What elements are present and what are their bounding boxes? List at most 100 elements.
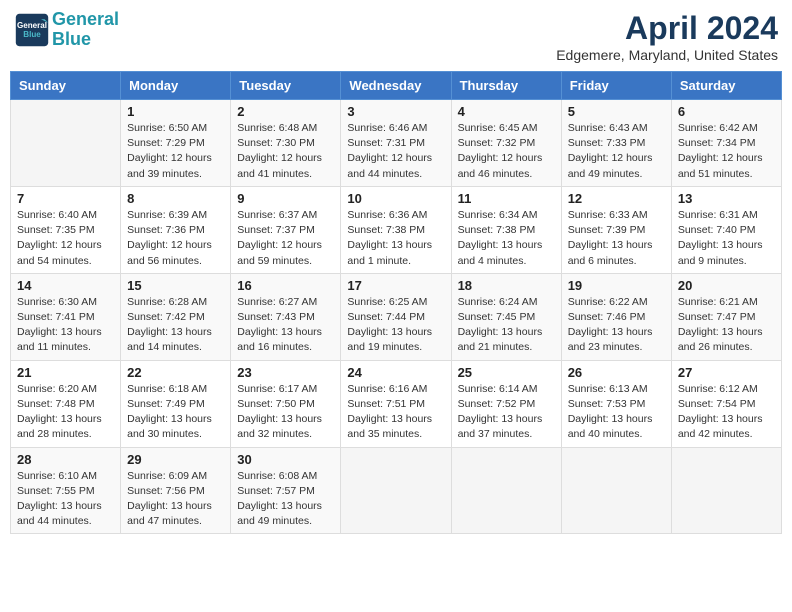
day-info: Sunrise: 6:46 AMSunset: 7:31 PMDaylight:… (347, 121, 444, 182)
day-info: Sunrise: 6:24 AMSunset: 7:45 PMDaylight:… (458, 295, 555, 356)
calendar-cell: 23 Sunrise: 6:17 AMSunset: 7:50 PMDayligh… (231, 360, 341, 447)
week-row-2: 7 Sunrise: 6:40 AMSunset: 7:35 PMDaylight… (11, 186, 782, 273)
day-info: Sunrise: 6:30 AMSunset: 7:41 PMDaylight:… (17, 295, 114, 356)
weekday-header-row: SundayMondayTuesdayWednesdayThursdayFrid… (11, 72, 782, 100)
title-area: April 2024 Edgemere, Maryland, United St… (556, 10, 778, 63)
weekday-header-wednesday: Wednesday (341, 72, 451, 100)
day-info: Sunrise: 6:33 AMSunset: 7:39 PMDaylight:… (568, 208, 665, 269)
day-number: 13 (678, 191, 775, 206)
day-info: Sunrise: 6:21 AMSunset: 7:47 PMDaylight:… (678, 295, 775, 356)
day-info: Sunrise: 6:28 AMSunset: 7:42 PMDaylight:… (127, 295, 224, 356)
month-title: April 2024 (556, 10, 778, 47)
day-number: 15 (127, 278, 224, 293)
day-info: Sunrise: 6:08 AMSunset: 7:57 PMDaylight:… (237, 469, 334, 530)
day-number: 7 (17, 191, 114, 206)
logo-icon: General Blue (14, 12, 50, 48)
calendar-cell: 2 Sunrise: 6:48 AMSunset: 7:30 PMDaylight… (231, 100, 341, 187)
day-number: 22 (127, 365, 224, 380)
day-info: Sunrise: 6:14 AMSunset: 7:52 PMDaylight:… (458, 382, 555, 443)
week-row-5: 28 Sunrise: 6:10 AMSunset: 7:55 PMDayligh… (11, 447, 782, 534)
day-info: Sunrise: 6:39 AMSunset: 7:36 PMDaylight:… (127, 208, 224, 269)
weekday-header-thursday: Thursday (451, 72, 561, 100)
calendar-cell: 1 Sunrise: 6:50 AMSunset: 7:29 PMDaylight… (121, 100, 231, 187)
day-info: Sunrise: 6:12 AMSunset: 7:54 PMDaylight:… (678, 382, 775, 443)
calendar-cell: 13 Sunrise: 6:31 AMSunset: 7:40 PMDayligh… (671, 186, 781, 273)
day-number: 28 (17, 452, 114, 467)
header: General Blue General Blue April 2024 Edg… (10, 10, 782, 63)
day-info: Sunrise: 6:48 AMSunset: 7:30 PMDaylight:… (237, 121, 334, 182)
day-number: 20 (678, 278, 775, 293)
day-number: 14 (17, 278, 114, 293)
day-number: 21 (17, 365, 114, 380)
calendar-cell: 21 Sunrise: 6:20 AMSunset: 7:48 PMDayligh… (11, 360, 121, 447)
calendar-cell: 22 Sunrise: 6:18 AMSunset: 7:49 PMDayligh… (121, 360, 231, 447)
day-number: 29 (127, 452, 224, 467)
calendar-cell (671, 447, 781, 534)
calendar-cell (561, 447, 671, 534)
weekday-header-saturday: Saturday (671, 72, 781, 100)
weekday-header-sunday: Sunday (11, 72, 121, 100)
calendar-cell: 18Sunrise: 6:24 AMSunset: 7:45 PMDayligh… (451, 273, 561, 360)
day-number: 23 (237, 365, 334, 380)
day-info: Sunrise: 6:36 AMSunset: 7:38 PMDaylight:… (347, 208, 444, 269)
calendar-cell: 24Sunrise: 6:16 AMSunset: 7:51 PMDayligh… (341, 360, 451, 447)
day-number: 17 (347, 278, 444, 293)
day-info: Sunrise: 6:45 AMSunset: 7:32 PMDaylight:… (458, 121, 555, 182)
calendar-cell: 17 Sunrise: 6:25 AMSunset: 7:44 PMDayligh… (341, 273, 451, 360)
weekday-header-monday: Monday (121, 72, 231, 100)
calendar-cell: 25 Sunrise: 6:14 AMSunset: 7:52 PMDayligh… (451, 360, 561, 447)
calendar-cell: 28 Sunrise: 6:10 AMSunset: 7:55 PMDayligh… (11, 447, 121, 534)
calendar-cell: 4Sunrise: 6:45 AMSunset: 7:32 PMDaylight… (451, 100, 561, 187)
day-info: Sunrise: 6:43 AMSunset: 7:33 PMDaylight:… (568, 121, 665, 182)
day-info: Sunrise: 6:09 AMSunset: 7:56 PMDaylight:… (127, 469, 224, 530)
week-row-1: 1 Sunrise: 6:50 AMSunset: 7:29 PMDaylight… (11, 100, 782, 187)
day-number: 9 (237, 191, 334, 206)
calendar-cell: 14 Sunrise: 6:30 AMSunset: 7:41 PMDayligh… (11, 273, 121, 360)
day-info: Sunrise: 6:20 AMSunset: 7:48 PMDaylight:… (17, 382, 114, 443)
day-number: 1 (127, 104, 224, 119)
logo: General Blue General Blue (14, 10, 119, 50)
week-row-4: 21 Sunrise: 6:20 AMSunset: 7:48 PMDayligh… (11, 360, 782, 447)
day-info: Sunrise: 6:50 AMSunset: 7:29 PMDaylight:… (127, 121, 224, 182)
day-info: Sunrise: 6:40 AMSunset: 7:35 PMDaylight:… (17, 208, 114, 269)
calendar: SundayMondayTuesdayWednesdayThursdayFrid… (10, 71, 782, 534)
calendar-cell: 27 Sunrise: 6:12 AMSunset: 7:54 PMDayligh… (671, 360, 781, 447)
day-number: 26 (568, 365, 665, 380)
calendar-cell: 30Sunrise: 6:08 AMSunset: 7:57 PMDayligh… (231, 447, 341, 534)
location-title: Edgemere, Maryland, United States (556, 47, 778, 63)
day-number: 6 (678, 104, 775, 119)
day-info: Sunrise: 6:42 AMSunset: 7:34 PMDaylight:… (678, 121, 775, 182)
calendar-cell: 29 Sunrise: 6:09 AMSunset: 7:56 PMDayligh… (121, 447, 231, 534)
calendar-cell (11, 100, 121, 187)
day-number: 27 (678, 365, 775, 380)
day-info: Sunrise: 6:18 AMSunset: 7:49 PMDaylight:… (127, 382, 224, 443)
svg-text:General: General (17, 21, 47, 30)
calendar-cell: 12 Sunrise: 6:33 AMSunset: 7:39 PMDayligh… (561, 186, 671, 273)
day-info: Sunrise: 6:25 AMSunset: 7:44 PMDaylight:… (347, 295, 444, 356)
day-info: Sunrise: 6:22 AMSunset: 7:46 PMDaylight:… (568, 295, 665, 356)
weekday-header-friday: Friday (561, 72, 671, 100)
logo-line1: General (52, 9, 119, 29)
day-info: Sunrise: 6:34 AMSunset: 7:38 PMDaylight:… (458, 208, 555, 269)
day-info: Sunrise: 6:17 AMSunset: 7:50 PMDaylight:… (237, 382, 334, 443)
calendar-cell: 7 Sunrise: 6:40 AMSunset: 7:35 PMDaylight… (11, 186, 121, 273)
calendar-cell: 3Sunrise: 6:46 AMSunset: 7:31 PMDaylight… (341, 100, 451, 187)
day-number: 12 (568, 191, 665, 206)
calendar-cell: 10Sunrise: 6:36 AMSunset: 7:38 PMDayligh… (341, 186, 451, 273)
calendar-cell: 20 Sunrise: 6:21 AMSunset: 7:47 PMDayligh… (671, 273, 781, 360)
calendar-cell (451, 447, 561, 534)
day-number: 2 (237, 104, 334, 119)
day-info: Sunrise: 6:31 AMSunset: 7:40 PMDaylight:… (678, 208, 775, 269)
day-number: 11 (458, 191, 555, 206)
day-info: Sunrise: 6:16 AMSunset: 7:51 PMDaylight:… (347, 382, 444, 443)
day-number: 16 (237, 278, 334, 293)
day-number: 5 (568, 104, 665, 119)
day-info: Sunrise: 6:10 AMSunset: 7:55 PMDaylight:… (17, 469, 114, 530)
calendar-cell: 8Sunrise: 6:39 AMSunset: 7:36 PMDaylight… (121, 186, 231, 273)
week-row-3: 14 Sunrise: 6:30 AMSunset: 7:41 PMDayligh… (11, 273, 782, 360)
day-number: 25 (458, 365, 555, 380)
calendar-cell: 16Sunrise: 6:27 AMSunset: 7:43 PMDayligh… (231, 273, 341, 360)
day-number: 19 (568, 278, 665, 293)
calendar-cell (341, 447, 451, 534)
calendar-cell: 19 Sunrise: 6:22 AMSunset: 7:46 PMDayligh… (561, 273, 671, 360)
